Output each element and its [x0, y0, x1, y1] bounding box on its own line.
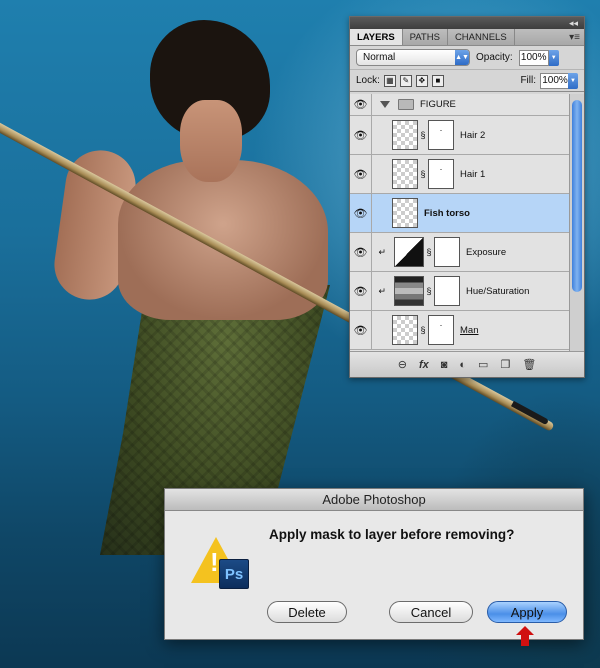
updown-arrows-icon: ▲▼ — [455, 50, 469, 65]
layers-list: 👁 FIGURE 👁 § · Hair 2 👁 § · Hair 1 👁 Fis… — [350, 94, 570, 353]
figure-torso — [118, 160, 328, 320]
folder-icon — [398, 99, 414, 110]
link-icon[interactable]: § — [418, 169, 428, 179]
fill-dropdown-icon[interactable]: ▼ — [568, 72, 578, 89]
eye-icon[interactable]: 👁 — [350, 155, 372, 193]
layer-row-fish-torso[interactable]: 👁 Fish torso — [350, 194, 570, 233]
layer-thumbnail — [392, 198, 418, 228]
lock-transparency-icon[interactable]: ▦ — [383, 74, 396, 87]
layer-thumbnail — [392, 120, 418, 150]
eye-icon[interactable]: 👁 — [350, 233, 372, 271]
layers-bottom-toolbar: ⊖ fx ◙ ◐ ▭ ❐ 🗑 — [350, 351, 584, 377]
opacity-input[interactable]: 100% — [518, 49, 549, 66]
link-icon[interactable]: § — [418, 130, 428, 140]
layer-name: Hue/Saturation — [466, 285, 530, 297]
layer-name: Hair 1 — [460, 168, 486, 180]
exposure-adjustment-icon — [394, 237, 424, 267]
clipping-arrow-icon: ↵ — [378, 246, 386, 257]
layer-mask-thumbnail[interactable] — [434, 276, 460, 306]
hue-saturation-adjustment-icon — [394, 276, 424, 306]
pointer-arrow-icon — [516, 626, 534, 646]
fx-icon[interactable]: fx — [419, 359, 429, 371]
layer-thumbnail — [392, 315, 418, 345]
collapse-panel-icon[interactable]: ◂◂ — [569, 17, 578, 29]
fill-label: Fill: — [520, 75, 536, 86]
layer-row-figure[interactable]: 👁 FIGURE — [350, 94, 570, 116]
warning-icon: ! Ps — [191, 537, 249, 589]
layer-name: FIGURE — [420, 99, 456, 110]
dialog-title: Adobe Photoshop — [165, 489, 583, 511]
eye-icon[interactable]: 👁 — [350, 194, 372, 232]
tab-channels[interactable]: CHANNELS — [448, 29, 515, 45]
blend-row: Normal ▲▼ Opacity: 100% ▼ — [350, 46, 584, 70]
layer-row-man[interactable]: 👁 § · Man — [350, 311, 570, 350]
layers-scrollbar[interactable] — [569, 94, 584, 353]
lock-pixels-icon[interactable]: ✎ — [399, 74, 412, 87]
layer-row-hair-1[interactable]: 👁 § · Hair 1 — [350, 155, 570, 194]
new-layer-icon[interactable]: ❐ — [500, 358, 510, 371]
scrollbar-thumb[interactable] — [572, 100, 582, 292]
layer-name: Man — [460, 324, 479, 336]
layer-row-exposure[interactable]: 👁 ↵ § Exposure — [350, 233, 570, 272]
opacity-label: Opacity: — [476, 52, 513, 63]
tab-paths[interactable]: PATHS — [403, 29, 448, 45]
dialog-message: Apply mask to layer before removing? — [269, 527, 515, 542]
layer-thumbnail — [392, 159, 418, 189]
layers-panel: ◂◂ LAYERS PATHS CHANNELS ▾≡ Normal ▲▼ Op… — [349, 16, 585, 378]
delete-button[interactable]: Delete — [267, 601, 347, 623]
fill-input[interactable]: 100% — [540, 72, 570, 89]
layer-row-hair-2[interactable]: 👁 § · Hair 2 — [350, 116, 570, 155]
link-layers-icon[interactable]: ⊖ — [398, 358, 407, 371]
layer-mask-thumbnail[interactable]: · — [428, 159, 454, 189]
link-icon[interactable]: § — [418, 325, 428, 335]
apply-mask-dialog: Adobe Photoshop Apply mask to layer befo… — [164, 488, 584, 640]
exclamation-icon: ! — [210, 547, 219, 577]
lock-position-icon[interactable]: ✥ — [415, 74, 428, 87]
adjustment-icon[interactable]: ◐ — [459, 359, 466, 371]
blend-mode-select[interactable]: Normal ▲▼ — [356, 49, 470, 66]
layer-name: Exposure — [466, 246, 507, 258]
lock-row: Lock: ▦ ✎ ✥ ■ Fill: 100% ▼ — [350, 70, 584, 92]
photoshop-app-icon: Ps — [219, 559, 249, 589]
layer-name: Hair 2 — [460, 129, 486, 141]
layer-mask-thumbnail[interactable] — [434, 237, 460, 267]
eye-icon[interactable]: 👁 — [350, 116, 372, 154]
panel-tabs: LAYERS PATHS CHANNELS ▾≡ — [350, 29, 584, 46]
panel-menu-icon[interactable]: ▾≡ — [569, 29, 580, 46]
opacity-dropdown-icon[interactable]: ▼ — [548, 49, 559, 66]
clipping-arrow-icon: ↵ — [378, 285, 386, 296]
figure-head — [180, 100, 242, 182]
eye-icon[interactable]: 👁 — [350, 272, 372, 310]
new-group-icon[interactable]: ▭ — [478, 358, 488, 371]
lock-label: Lock: — [356, 75, 380, 86]
lock-all-icon[interactable]: ■ — [431, 74, 444, 87]
layer-mask-thumbnail[interactable]: · — [428, 315, 454, 345]
eye-icon[interactable]: 👁 — [350, 94, 372, 115]
panel-titlebar[interactable]: ◂◂ — [350, 17, 584, 29]
tab-layers[interactable]: LAYERS — [350, 29, 403, 45]
layer-name: Fish torso — [424, 207, 470, 219]
trash-icon[interactable]: 🗑 — [522, 358, 536, 371]
blend-mode-value: Normal — [363, 52, 396, 63]
layer-mask-thumbnail[interactable]: · — [428, 120, 454, 150]
disclosure-triangle-icon[interactable] — [380, 101, 390, 108]
add-mask-icon[interactable]: ◙ — [441, 359, 448, 371]
link-icon[interactable]: § — [424, 286, 434, 296]
apply-button[interactable]: Apply — [487, 601, 567, 623]
layer-row-hue-saturation[interactable]: 👁 ↵ § Hue/Saturation — [350, 272, 570, 311]
eye-icon[interactable]: 👁 — [350, 311, 372, 349]
cancel-button[interactable]: Cancel — [389, 601, 473, 623]
link-icon[interactable]: § — [424, 247, 434, 257]
